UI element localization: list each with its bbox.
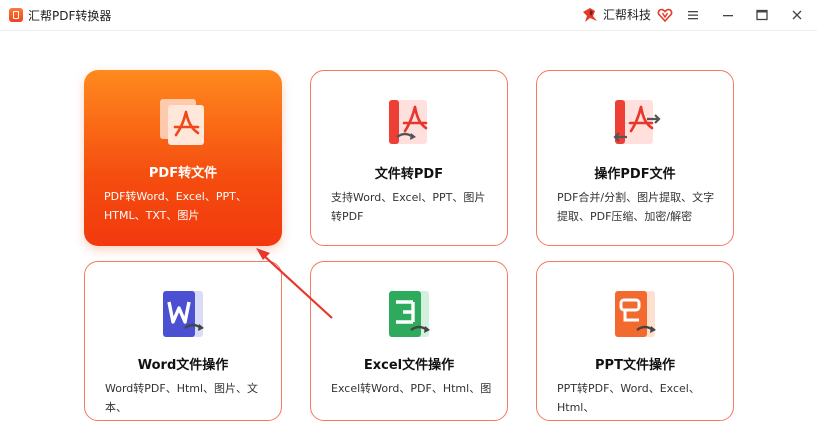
- pdf-operations-icon: [611, 97, 663, 149]
- close-icon: [792, 10, 802, 20]
- card-title: 操作PDF文件: [594, 167, 676, 182]
- maximize-icon: [756, 9, 768, 21]
- card-description: Excel转Word、PDF、Html、图: [331, 382, 492, 395]
- card-description: PDF转Word、Excel、PPT、HTML、TXT、图片: [104, 190, 247, 222]
- minimize-button[interactable]: [718, 5, 738, 25]
- card-pdf-to-file[interactable]: PDF转文件 PDF转Word、Excel、PPT、HTML、TXT、图片: [84, 70, 282, 246]
- card-ppt-operations[interactable]: PPT文件操作 PPT转PDF、Word、Excel、Html、: [536, 261, 734, 421]
- file-to-pdf-icon: [385, 97, 437, 149]
- card-pdf-operations[interactable]: 操作PDF文件 PDF合并/分割、图片提取、文字提取、PDF压缩、加密/解密: [536, 70, 734, 246]
- card-title: PDF转文件: [148, 166, 218, 181]
- card-title: Word文件操作: [137, 358, 229, 373]
- card-excel-operations[interactable]: Excel文件操作 Excel转Word、PDF、Html、图: [310, 261, 508, 421]
- hamburger-menu-icon: [688, 11, 698, 20]
- excel-file-icon: [385, 288, 437, 340]
- brand[interactable]: 汇帮科技: [582, 6, 673, 23]
- card-description: Word转PDF、Html、图片、文本、: [105, 382, 259, 414]
- vip-heart-icon[interactable]: [657, 7, 673, 23]
- brand-logo-icon: [583, 7, 597, 22]
- card-description: PDF合并/分割、图片提取、文字提取、PDF压缩、加密/解密: [557, 191, 715, 223]
- brand-label: 汇帮科技: [603, 8, 652, 22]
- app-logo-icon: [9, 8, 23, 22]
- title-bar: 汇帮PDF转换器 汇帮科技: [0, 0, 817, 31]
- card-description: 支持Word、Excel、PPT、图片转PDF: [331, 191, 486, 223]
- menu-button[interactable]: [683, 5, 703, 25]
- app-title: 汇帮PDF转换器: [28, 9, 112, 23]
- close-button[interactable]: [787, 5, 807, 25]
- maximize-button[interactable]: [752, 5, 772, 25]
- card-description: PPT转PDF、Word、Excel、Html、: [557, 382, 700, 414]
- card-title: PPT文件操作: [595, 358, 675, 373]
- ppt-file-icon: [611, 288, 663, 340]
- card-file-to-pdf[interactable]: 文件转PDF 支持Word、Excel、PPT、图片转PDF: [310, 70, 508, 246]
- pdf-file-icon: [158, 96, 210, 148]
- minimize-icon: [723, 15, 733, 17]
- word-file-icon: [159, 288, 211, 340]
- card-title: 文件转PDF: [374, 167, 444, 182]
- card-word-operations[interactable]: Word文件操作 Word转PDF、Html、图片、文本、: [84, 261, 282, 421]
- card-title: Excel文件操作: [363, 358, 455, 373]
